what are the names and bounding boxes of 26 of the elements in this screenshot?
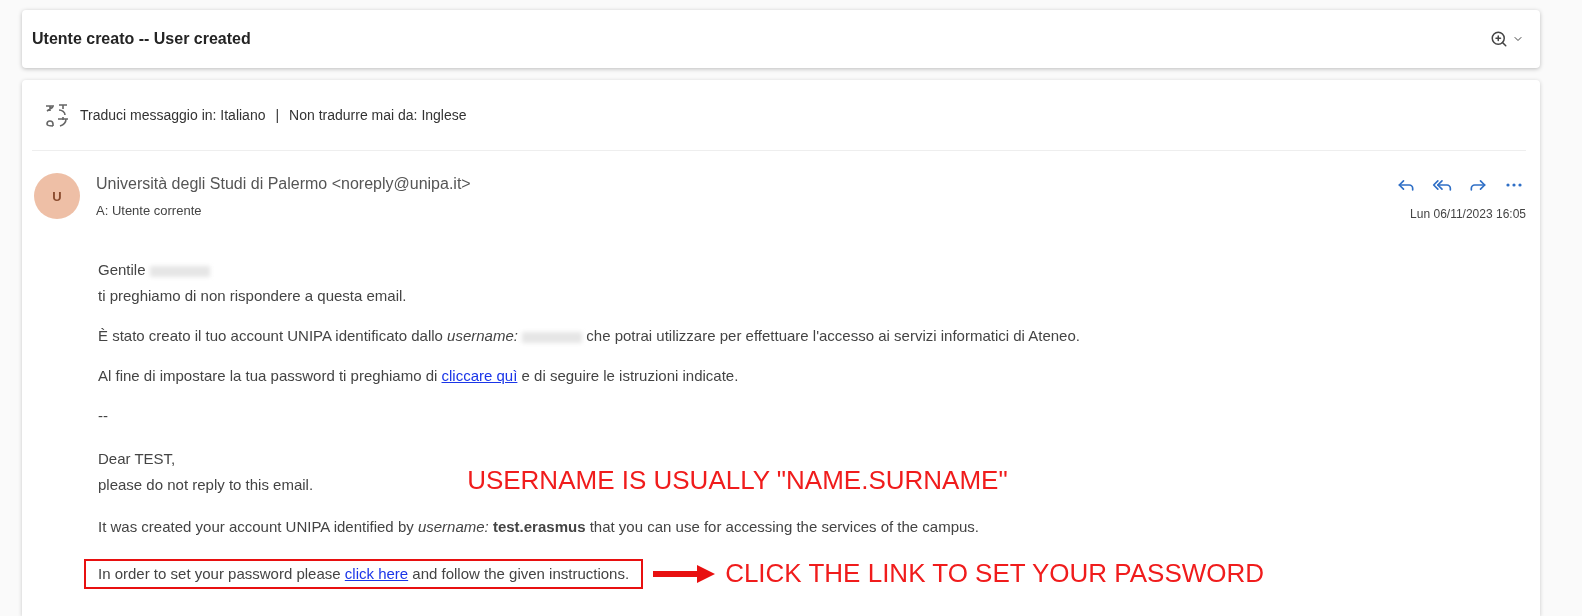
body-text: In order to set your password please click here and follow the given instructions. xyxy=(98,564,630,583)
annotation-text: CLICK THE LINK TO SET YOUR PASSWORD xyxy=(725,558,1265,589)
sender: Università degli Studi di Palermo <noreply@unipa.it> xyxy=(96,175,472,193)
arrow-icon xyxy=(653,564,716,583)
body-text: It was created your account UNIPA identified by username: test.erasmus that you can use for accessing the services of the campus. xyxy=(98,518,981,536)
message-date: Lun 06/11/2023 16:05 xyxy=(1410,207,1526,221)
body-text: Gentile xyxy=(98,261,1512,279)
recipient: A: Utente corrente xyxy=(96,203,203,218)
link[interactable]: click here xyxy=(344,564,409,582)
blurred-text xyxy=(522,331,583,343)
more-icon xyxy=(1506,183,1522,187)
body-text: È stato creato il tuo account UNIPA identificato dallo username: che potrai utilizzare per effettuare l'accesso ai servizi informatici di Ateneo. xyxy=(98,327,1081,345)
link[interactable]: cliccare quì xyxy=(441,367,518,384)
body-text: please do not reply to this email. xyxy=(98,475,314,494)
body-text: -- xyxy=(98,407,109,425)
body-text: Al fine di impostare la tua password ti preghiamo di cliccare quì e di seguire le istruzioni indicate. xyxy=(98,367,740,385)
body-text: ti preghiamo di non rispondere a questa email. xyxy=(98,287,408,305)
separator: | xyxy=(275,107,280,123)
avatar: U xyxy=(34,173,80,219)
blurred-text xyxy=(149,265,210,277)
translate-link[interactable]: Traduci messaggio in: Italiano xyxy=(80,107,266,123)
annotation-text: USERNAME IS USUALLY "NAME.SURNAME" xyxy=(467,465,1008,496)
never-translate-link[interactable]: Non tradurre mai da: Inglese xyxy=(289,107,467,123)
zoom-icon xyxy=(1490,30,1508,48)
body-text: Dear TEST, xyxy=(98,449,177,468)
email-subject: Utente creato -- User created xyxy=(32,30,251,48)
